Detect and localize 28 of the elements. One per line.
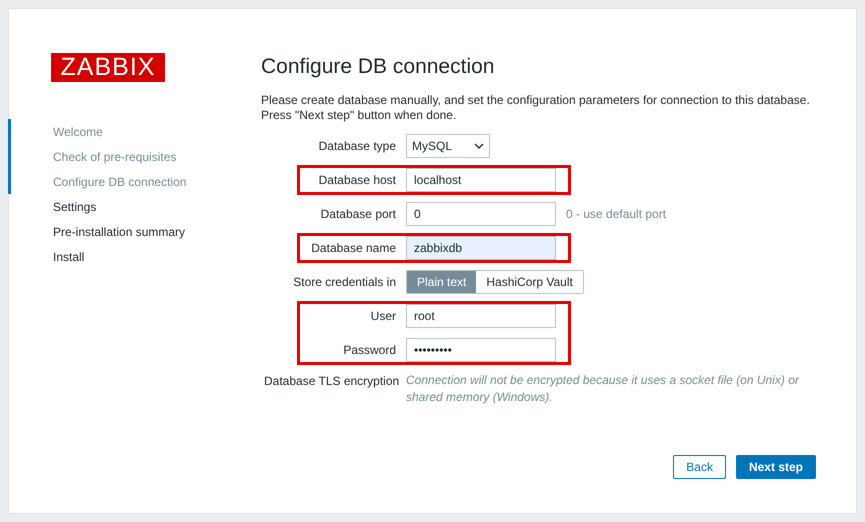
text-field[interactable]: •••••••••: [406, 338, 556, 362]
logo: ZABBIX: [51, 53, 165, 82]
text-field[interactable]: 0: [406, 202, 556, 226]
step-item: Check of pre-requisites: [8, 144, 261, 169]
field-label: Database name: [310, 240, 396, 256]
step-item: Settings: [52, 198, 98, 216]
tls-note: Connection will not be encrypted because it uses a socket file (on Unix) or shared memory (Windows).: [406, 372, 800, 406]
step-item: Pre-installation summary: [52, 224, 186, 240]
step-item: Configure DB connection: [8, 169, 261, 194]
field-label: Database TLS encryption: [264, 373, 396, 389]
field-label: Database port: [320, 206, 396, 222]
field-hint: 0 - use default port: [566, 207, 666, 221]
next-button[interactable]: Next step: [736, 455, 816, 479]
back-button[interactable]: Back: [673, 455, 726, 479]
field-label: Password: [342, 342, 396, 358]
step-item: Install: [52, 248, 86, 266]
page-title: Configure DB connection: [261, 55, 496, 79]
field-label: Store credentials in: [292, 274, 396, 290]
database-type-select[interactable]: MySQL: [406, 134, 490, 158]
intro-text: Please create database manually, and set the configuration parameters for connection to this database. Press "Next step" button when done.: [261, 93, 811, 123]
text-field[interactable]: localhost: [406, 168, 556, 192]
chevron-down-icon: [474, 143, 484, 149]
field-label: Database type: [318, 138, 396, 154]
field-label: User: [370, 308, 396, 324]
text-field[interactable]: zabbixdb: [406, 236, 556, 260]
step-item: Welcome: [8, 119, 261, 144]
field-label: Database host: [318, 172, 396, 188]
text-field[interactable]: root: [406, 304, 556, 328]
